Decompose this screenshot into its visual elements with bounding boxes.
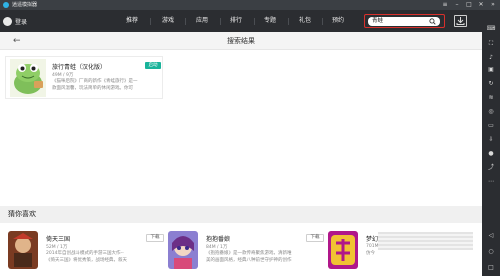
game-meta: 52M / 1万 [46, 245, 68, 250]
recommend-section-header: 猜你喜欢 [0, 206, 482, 223]
download-button[interactable]: 下载 [146, 234, 164, 242]
game-description: 《抱抱番娘》是一款传奇聚焦游戏，清新唯 美的画面风格，经典八种前世守护神的创作 [206, 251, 324, 264]
app-description: 《猫咪后院》厂商的新作《青蛙旅行》是一 款面风温馨，玩法简单的休闲游戏。你可 [52, 79, 160, 92]
folder-icon[interactable]: ▭ [486, 122, 496, 130]
share-icon[interactable]: ⤴ [486, 164, 496, 172]
search-result-card[interactable]: 旅行青蛙（汉化版） 49M / 9万 《猫咪后院》厂商的新作《青蛙旅行》是一 款… [5, 56, 163, 99]
download-button[interactable]: 下载 [306, 234, 324, 242]
download-manager-button[interactable] [454, 15, 467, 27]
game-icon [8, 231, 38, 269]
game-description: 2014年自创战斗模式的手游三国大作-- 《倚天三国》将优秀策，战场经典，叙天 [46, 251, 164, 264]
game-desc-line: 仿今 [366, 251, 375, 256]
keyboard-icon[interactable]: ⌨ [486, 25, 496, 33]
launch-button[interactable]: 启动 [145, 62, 161, 69]
nav-divider [254, 18, 255, 25]
search-input[interactable]: 青蛙 [368, 17, 440, 26]
more-icon[interactable]: ⋯ [486, 178, 496, 186]
nav-recommend[interactable]: 推荐 [121, 15, 143, 27]
nav-apps[interactable]: 应用 [191, 15, 213, 27]
rotate-icon[interactable]: ↻ [486, 80, 496, 88]
volume-icon[interactable]: ♪ [486, 54, 496, 62]
recommend-card[interactable]: 倚天三国 52M / 1万 2014年自创战斗模式的手游三国大作-- 《倚天三国… [8, 231, 166, 276]
minimize-icon[interactable]: – [452, 0, 462, 10]
home-nav-icon[interactable]: ○ [486, 248, 496, 256]
game-meta: 701M [366, 244, 379, 249]
login-button[interactable]: 登录 [3, 15, 27, 27]
shake-icon[interactable]: ≋ [486, 94, 496, 102]
nav-reservations[interactable]: 预约 [327, 15, 349, 27]
search-box: 青蛙 [364, 14, 445, 28]
game-icon [168, 231, 198, 269]
nav-divider [322, 18, 323, 25]
apk-install-icon[interactable]: ⇩ [486, 136, 496, 144]
nav-games[interactable]: 游戏 [157, 15, 179, 27]
screenshot-icon[interactable]: ▣ [486, 66, 496, 74]
close-icon[interactable]: ✕ [476, 0, 486, 10]
game-desc-line: 《倚天三国》将优秀策，战场经典，叙天 [46, 257, 127, 263]
app-meta: 49M / 9万 [52, 73, 74, 78]
nav-divider [288, 18, 289, 25]
maximize-icon[interactable]: □ [464, 0, 474, 10]
app-name: 旅行青蛙（汉化版） [52, 64, 107, 71]
menu-icon[interactable]: ≡ [440, 0, 450, 10]
nav-divider [150, 18, 151, 25]
location-icon[interactable]: ◎ [486, 108, 496, 116]
game-name: 倚天三国 [46, 236, 71, 243]
record-icon[interactable]: ● [486, 150, 496, 158]
search-query: 青蛙 [372, 18, 384, 24]
search-icon[interactable] [429, 18, 436, 25]
window-titlebar: 逍遥模拟器 ≡ – □ ✕ » [0, 0, 500, 10]
game-desc-line: 美的画面风格，经典八种前世守护神的创作 [206, 257, 292, 263]
download-icon [456, 17, 465, 25]
avatar [3, 16, 12, 26]
nav-topics[interactable]: 专题 [259, 15, 281, 27]
section-title: 猜你喜欢 [8, 210, 36, 218]
recommend-card[interactable]: 抱抱番娘 84M / 1万 《抱抱番娘》是一款传奇聚焦游戏，清新唯 美的画面风格… [168, 231, 326, 276]
nav-divider [220, 18, 221, 25]
window-title: 逍遥模拟器 [12, 2, 38, 8]
game-name: 梦幻 [366, 236, 379, 243]
game-meta: 84M / 1万 [206, 245, 228, 250]
fullscreen-icon[interactable]: ⛶ [486, 40, 496, 48]
recent-apps-icon[interactable]: □ [486, 264, 496, 272]
app-logo [3, 2, 9, 8]
emulator-toolbar: ⌨ ⛶ ♪ ▣ ↻ ≋ ◎ ▭ ⇩ ● ⤴ ⋯ ◁ ○ □ [482, 10, 500, 276]
game-description: 仿今 [366, 251, 484, 258]
app-desc-line: 款面风温馨，玩法简单的休闲游戏。你可 [52, 85, 133, 91]
collapse-icon[interactable]: » [488, 0, 498, 10]
results-header: ← 搜索结果 [0, 32, 482, 50]
nav-divider [185, 18, 186, 25]
back-nav-icon[interactable]: ◁ [486, 232, 496, 240]
obscured-region [378, 232, 473, 250]
login-label: 登录 [15, 18, 28, 26]
game-name: 抱抱番娘 [206, 236, 231, 243]
page-title: 搜索结果 [227, 37, 255, 45]
nav-ranking[interactable]: 排行 [225, 15, 247, 27]
nav-gifts[interactable]: 礼包 [294, 15, 316, 27]
top-navbar: 登录 推荐 游戏 应用 排行 专题 礼包 预约 青蛙 [0, 10, 482, 32]
game-icon [328, 231, 358, 269]
frog-app-icon [10, 59, 46, 97]
